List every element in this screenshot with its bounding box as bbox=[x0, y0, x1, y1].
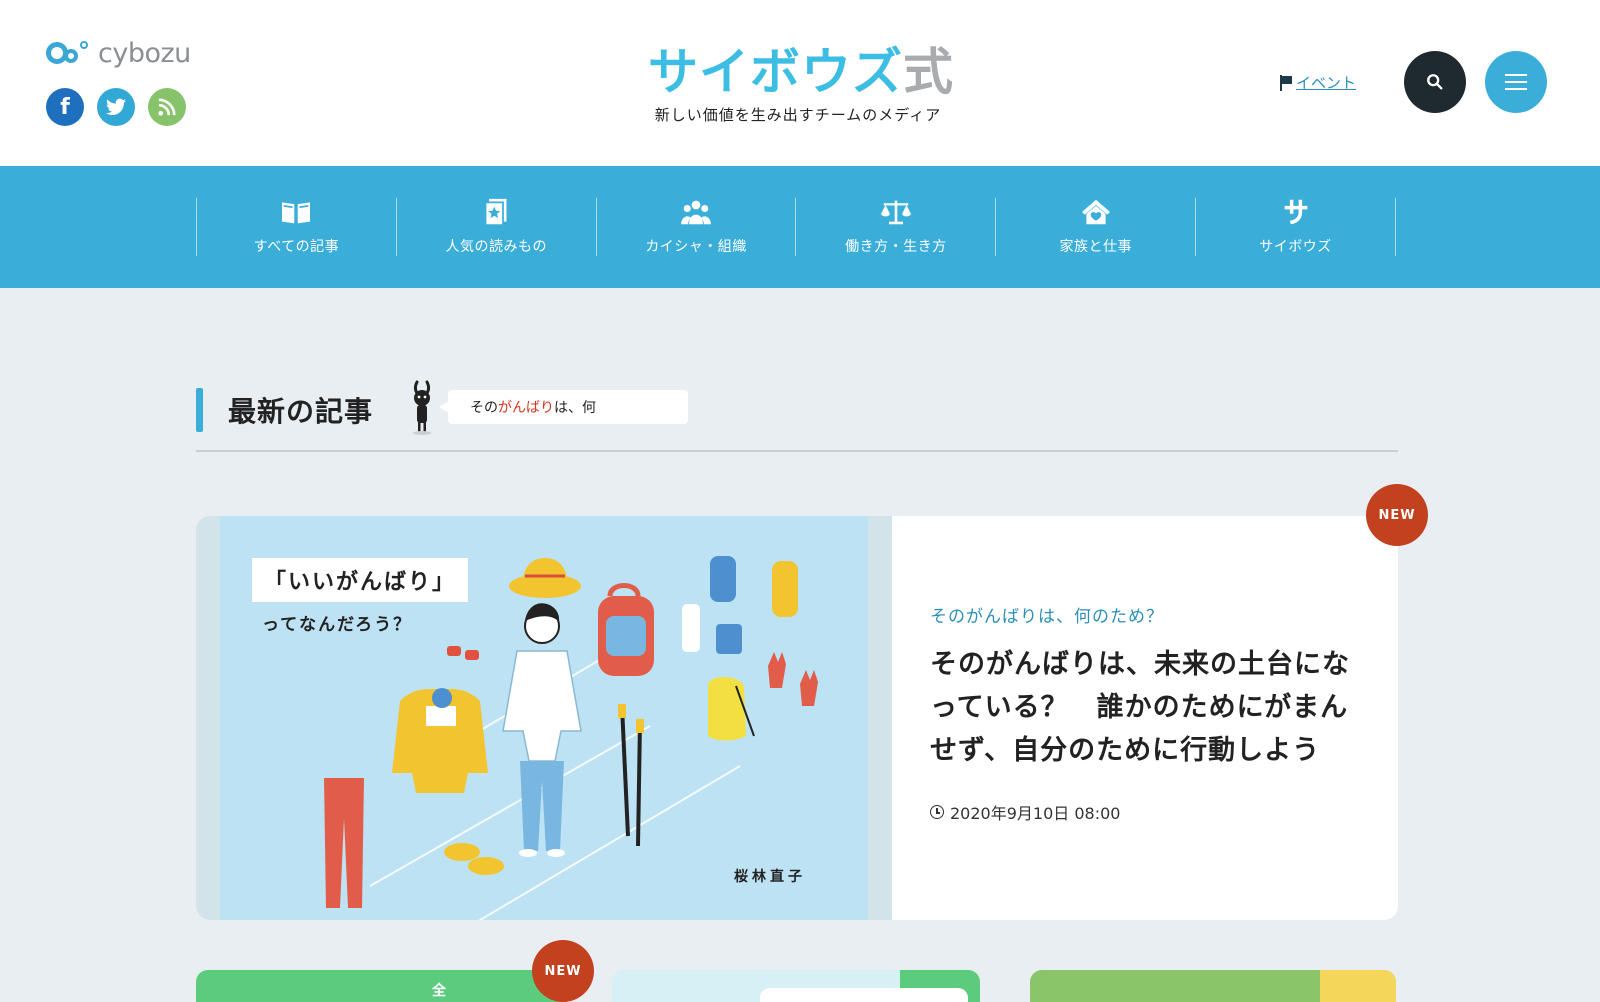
open-book-icon bbox=[282, 202, 311, 224]
ticker-bubble[interactable]: その がんばり は、何 bbox=[439, 390, 688, 424]
card-image-text: 全 bbox=[432, 983, 446, 999]
new-badge: NEW bbox=[1366, 484, 1428, 546]
ticker-post: は、何 bbox=[554, 400, 596, 416]
featured-image: 「いいがんばり」 ってなんだろう？ 桜林直子 bbox=[220, 516, 868, 920]
article-date-text: 2020年9月10日 08:00 bbox=[950, 804, 1121, 823]
hamburger-line bbox=[1505, 81, 1527, 83]
featured-article-card[interactable]: 「いいがんばり」 ってなんだろう？ 桜林直子 そのがんばりは、何のため？ そのが… bbox=[196, 516, 1398, 920]
starred-bookmark-icon bbox=[484, 198, 507, 226]
search-button[interactable] bbox=[1404, 51, 1466, 113]
clock-icon bbox=[930, 805, 944, 819]
hamburger-line bbox=[1505, 74, 1527, 76]
balance-scale-icon bbox=[881, 200, 911, 225]
social-links: f bbox=[46, 88, 186, 126]
card-image-block bbox=[760, 988, 968, 1002]
nav-item-label: カイシャ・組織 bbox=[645, 239, 747, 255]
article-card[interactable] bbox=[612, 970, 980, 1002]
people-group-icon bbox=[681, 200, 711, 225]
cybozu-logo[interactable]: cybozu bbox=[46, 38, 191, 69]
rss-icon[interactable] bbox=[148, 88, 186, 126]
twitter-icon[interactable] bbox=[97, 88, 135, 126]
nav-item-popular[interactable]: 人気の読みもの bbox=[397, 198, 597, 256]
hamburger-line bbox=[1505, 88, 1527, 90]
latest-articles-heading: 最新の記事 その がんばり は、何 bbox=[196, 380, 1398, 452]
article-headline[interactable]: そのがんばりは、未来の土台になっている？ 誰かのためにがまんせず、自分のために行… bbox=[930, 643, 1370, 772]
hamburger-menu-button[interactable] bbox=[1485, 51, 1547, 113]
site-title-suffix: 式 bbox=[903, 43, 954, 101]
cybozu-circles-icon bbox=[46, 39, 94, 69]
featured-text: そのがんばりは、何のため？ そのがんばりは、未来の土台になっている？ 誰かのため… bbox=[930, 602, 1370, 824]
nav-item-label: サイボウズ bbox=[1259, 239, 1332, 255]
image-author: 桜林直子 bbox=[734, 869, 806, 885]
nav-item-company[interactable]: カイシャ・組織 bbox=[597, 198, 797, 256]
nav-item-label: 働き方・生き方 bbox=[845, 239, 947, 255]
event-link-label: イベント bbox=[1296, 74, 1357, 92]
article-category[interactable]: そのがんばりは、何のため？ bbox=[930, 602, 1370, 627]
nav-item-cybozu[interactable]: サイボウズ bbox=[1196, 198, 1396, 256]
facebook-icon[interactable]: f bbox=[46, 88, 84, 126]
search-icon bbox=[1427, 74, 1443, 90]
card-image-block bbox=[1320, 970, 1396, 1002]
cybozu-wordmark: cybozu bbox=[98, 38, 191, 69]
site-subtitle: 新しい価値を生み出すチームのメディア bbox=[654, 106, 942, 124]
site-title-logo[interactable]: サイボウズ式 新しい価値を生み出すチームのメディア bbox=[648, 42, 953, 125]
image-tagline-2: ってなんだろう？ bbox=[262, 615, 413, 635]
site-header: cybozu f サイボウズ式 新しい価値を生み出すチームのメディア イベント bbox=[0, 0, 1600, 166]
ticker-pre: その bbox=[470, 400, 498, 416]
site-title-main: サイボウズ bbox=[648, 43, 903, 101]
new-badge: NEW bbox=[532, 940, 594, 1002]
nav-item-label: 人気の読みもの bbox=[445, 239, 547, 255]
nav-item-label: 家族と仕事 bbox=[1059, 239, 1132, 255]
image-tagline: 「いいがんばり」 bbox=[252, 558, 469, 602]
flag-icon bbox=[1280, 74, 1292, 91]
section-title: 最新の記事 bbox=[228, 395, 374, 428]
cybozu-sa-icon bbox=[1284, 199, 1307, 225]
article-card[interactable] bbox=[1030, 970, 1396, 1002]
nav-item-family-work[interactable]: 家族と仕事 bbox=[996, 198, 1197, 256]
nav-item-all-articles[interactable]: すべての記事 bbox=[197, 198, 397, 256]
ticker-highlight: がんばり bbox=[498, 400, 554, 416]
article-date: 2020年9月10日 08:00 bbox=[930, 800, 1370, 824]
article-card[interactable]: 全 bbox=[196, 970, 560, 1002]
heading-accent-bar bbox=[196, 388, 203, 432]
house-heart-icon bbox=[1081, 199, 1110, 225]
nav-item-workstyle[interactable]: 働き方・生き方 bbox=[796, 198, 997, 256]
nav-item-label: すべての記事 bbox=[253, 239, 340, 255]
event-link[interactable]: イベント bbox=[1280, 72, 1356, 93]
category-nav: すべての記事 人気の読みもの カイシャ・組織 働き方・生き方 家族と仕事 サイボ… bbox=[0, 166, 1600, 288]
mascot-icon bbox=[413, 380, 431, 435]
featured-image-frame: 「いいがんばり」 ってなんだろう？ 桜林直子 bbox=[196, 516, 892, 920]
